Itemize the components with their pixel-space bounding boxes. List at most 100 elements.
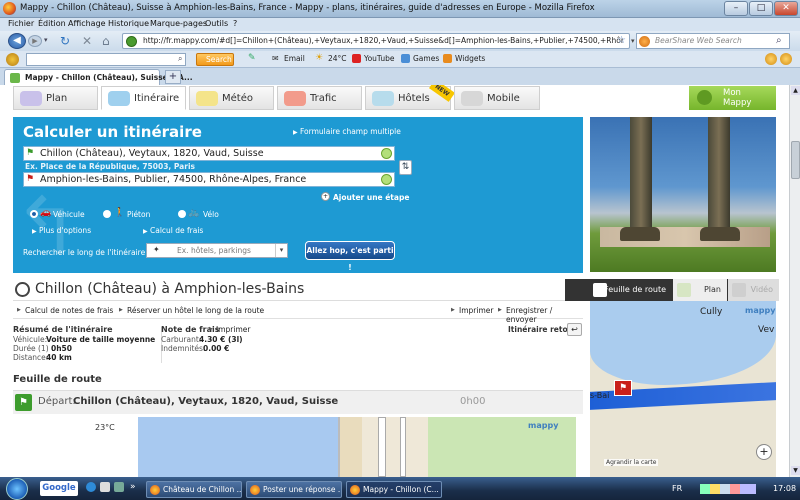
taskbar-window-poster[interactable]: Poster une réponse ...: [246, 481, 342, 498]
ie-quicklaunch-icon[interactable]: [86, 482, 96, 492]
menu-outils[interactable]: Outils: [205, 19, 228, 28]
toolbar-highlight-icon[interactable]: ✎: [248, 53, 256, 63]
reload-icon[interactable]: ↻: [60, 34, 70, 48]
search-along-input[interactable]: ✦ Ex. hôtels, parkings ▾: [146, 243, 288, 258]
plan-icon: [20, 91, 42, 106]
games-button[interactable]: Games: [413, 54, 439, 63]
new-tab-button[interactable]: +: [165, 70, 181, 84]
google-toolbar-button[interactable]: Google: [40, 481, 78, 496]
close-button[interactable]: ✕: [774, 1, 798, 16]
map-zoom-in-button[interactable]: +: [756, 444, 772, 460]
ad-creature-left-foot: [620, 227, 660, 241]
start-orb-icon[interactable]: [6, 478, 28, 500]
search-icon[interactable]: ⌕: [776, 35, 782, 46]
menu-marque-pages[interactable]: Marque-pages: [150, 19, 207, 28]
email-button[interactable]: Email: [284, 54, 305, 63]
save-link[interactable]: Enregistrer / envoyer: [506, 306, 583, 324]
fees-print-link[interactable]: Imprimer: [216, 325, 250, 334]
back-arrow-icon[interactable]: ◀: [8, 33, 26, 49]
scroll-thumb[interactable]: [791, 141, 800, 179]
menu-historique[interactable]: Historique: [108, 19, 149, 28]
maximize-button[interactable]: □: [749, 1, 773, 16]
language-indicator[interactable]: FR: [672, 484, 682, 493]
nav-tab-meteo[interactable]: Météo: [189, 86, 274, 110]
desktop-quicklaunch-icon[interactable]: [100, 482, 110, 492]
swap-button[interactable]: ⇅: [399, 160, 412, 175]
hotels-icon: [372, 91, 394, 106]
forward-arrow-icon[interactable]: ▶: [28, 35, 42, 47]
taskbar-window-chillon[interactable]: Château de Chillon ...: [146, 481, 242, 498]
map-label-evian: s-Bai: [590, 391, 610, 400]
hotel-link[interactable]: Réserver un hôtel le long de la route: [127, 306, 264, 315]
scroll-up-arrow-icon[interactable]: ▲: [791, 86, 800, 95]
url-bar[interactable]: http://fr.mappy.com/#d[]=Chillon+(Châtea…: [122, 33, 630, 49]
search-along-dropdown-icon[interactable]: ▾: [275, 244, 287, 257]
map-destination-flag-icon[interactable]: ⚑: [614, 380, 632, 396]
scroll-down-arrow-icon[interactable]: ▼: [791, 466, 800, 475]
overview-map[interactable]: ⚑ Cully Vev s-Bai mappy Agrandir la cart…: [590, 301, 776, 477]
go-button[interactable]: Allez hop, c'est parti !: [305, 241, 395, 272]
toolbar-addon-e-icon[interactable]: [780, 53, 792, 65]
step-map[interactable]: mappy: [138, 417, 576, 477]
hotel-arrow-icon: ▶: [119, 307, 123, 313]
nav-tab-trafic[interactable]: Trafic: [277, 86, 362, 110]
route-summary: Résumé de l'itinéraire Véhicule: Voiture…: [13, 323, 583, 369]
search-bar[interactable]: BearShare Web Search ⌕: [636, 33, 790, 49]
mode-vehicle-radio[interactable]: [30, 210, 38, 218]
ad-photo[interactable]: [590, 117, 776, 272]
enlarge-map-link[interactable]: Agrandir la carte: [604, 459, 659, 466]
from-locate-icon[interactable]: [381, 148, 392, 159]
widgets-button[interactable]: Widgets: [455, 54, 485, 63]
car-icon: 🚗: [40, 208, 52, 218]
taskbar-clock[interactable]: 17:08: [773, 484, 796, 493]
bookmark-star-icon[interactable]: ☆: [617, 35, 626, 46]
from-input[interactable]: ⚑ Chillon (Château), Veytaux, 1820, Vaud…: [23, 146, 395, 161]
youtube-button[interactable]: YouTube: [364, 54, 395, 63]
mode-bike-radio[interactable]: [178, 210, 186, 218]
notes-link[interactable]: Calcul de notes de frais: [25, 306, 113, 315]
nav-tab-plan[interactable]: Plan: [13, 86, 98, 110]
menu-fichier[interactable]: Fichier: [8, 19, 34, 28]
page-scrollbar[interactable]: ▲ ▼: [789, 85, 800, 477]
to-locate-icon[interactable]: [381, 174, 392, 185]
minimize-button[interactable]: –: [724, 1, 748, 16]
add-step-link[interactable]: Ajouter une étape: [333, 193, 409, 202]
return-button[interactable]: ↩: [567, 323, 582, 336]
nav-tab-itineraire[interactable]: Itinéraire: [101, 86, 186, 110]
formulaire-link[interactable]: Formulaire champ multiple: [300, 127, 401, 136]
toolbar-logo-icon: [6, 53, 19, 66]
fee-calc-link[interactable]: Calcul de frais: [150, 226, 203, 235]
taskbar-window-mappy[interactable]: Mappy - Chillon (C...: [346, 481, 442, 498]
mode-pedestrian-radio[interactable]: [103, 210, 111, 218]
ad-creature-right-leg: [708, 117, 730, 235]
add-step-icon[interactable]: +: [321, 192, 330, 201]
firefox-task-icon-2: [250, 485, 260, 495]
email-icon[interactable]: ✉: [272, 54, 279, 63]
depart-row[interactable]: ⚑ Départ: Chillon (Château), Veytaux, 18…: [13, 390, 583, 414]
menu-help[interactable]: ?: [233, 19, 237, 28]
print-link[interactable]: Imprimer: [459, 306, 493, 315]
taskbar-more-icon[interactable]: »: [130, 482, 136, 492]
system-tray-icons[interactable]: [700, 484, 756, 494]
tab-mappy[interactable]: Mappy - Chillon (Château), Suisse à A...: [4, 69, 193, 85]
history-dropdown-icon[interactable]: ▾: [44, 36, 48, 44]
vehicle-label: Véhicule:: [13, 335, 48, 344]
to-input[interactable]: ⚑ Amphion-les-Bains, Publier, 74500, Rhô…: [23, 172, 395, 187]
weather-button[interactable]: 24°C: [328, 54, 347, 63]
toolbar-addon-w-icon[interactable]: [765, 53, 777, 65]
media-quicklaunch-icon[interactable]: [114, 482, 124, 492]
nav-tab-mobile[interactable]: Mobile: [454, 86, 540, 110]
menu-affichage[interactable]: Affichage: [68, 19, 106, 28]
toolbar-search-button[interactable]: Search: [196, 53, 234, 66]
stop-icon[interactable]: ✕: [82, 34, 92, 48]
home-icon[interactable]: ⌂: [102, 34, 110, 48]
plan-map-icon: [677, 283, 691, 297]
more-options-link[interactable]: Plus d'options: [39, 226, 91, 235]
url-dropdown-icon[interactable]: ▾: [631, 37, 635, 45]
pin-icon: ✦: [153, 245, 160, 254]
site-identity-icon[interactable]: [126, 36, 137, 47]
toolbar-search-input[interactable]: [26, 53, 186, 66]
menu-edition[interactable]: Édition: [38, 19, 66, 28]
mon-mappy-button[interactable]: Mon Mappy: [689, 86, 776, 110]
toolbar-search-icon[interactable]: ⌕: [178, 54, 182, 64]
